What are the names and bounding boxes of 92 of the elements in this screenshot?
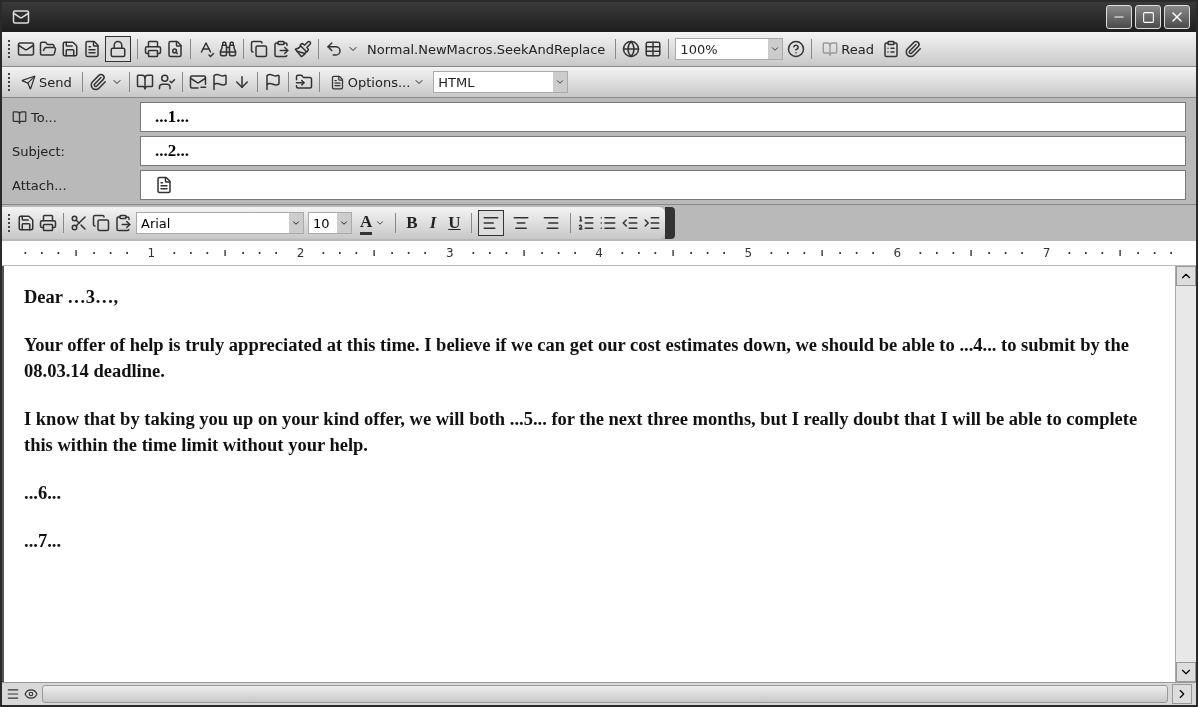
increase-indent-icon[interactable] <box>642 214 661 232</box>
read-button[interactable]: Read <box>818 36 879 62</box>
ruler-number: 2 <box>295 246 306 260</box>
maximize-button[interactable] <box>1135 5 1161 29</box>
input-field[interactable] <box>140 170 1186 200</box>
file-icon <box>155 176 173 194</box>
field-value: ...1... <box>155 107 189 127</box>
send-icon <box>21 74 36 90</box>
print-icon[interactable] <box>144 40 162 58</box>
align-left-icon <box>481 214 500 232</box>
format-painter-icon[interactable] <box>294 40 312 58</box>
open-folder-icon[interactable] <box>39 40 57 58</box>
minimize-button[interactable] <box>1106 5 1132 29</box>
body-paragraph: ...6... <box>24 482 62 505</box>
help-icon[interactable] <box>787 40 806 58</box>
text-style-button[interactable]: B <box>402 210 422 236</box>
ruler-number: 6 <box>892 246 903 260</box>
font-dropdown[interactable]: Arial <box>136 212 304 234</box>
align-center-icon <box>511 214 530 232</box>
paste-icon[interactable] <box>272 40 290 58</box>
format-dropdown[interactable]: HTML <box>433 71 569 93</box>
scroll-up-button[interactable] <box>1176 266 1196 286</box>
ruler-number: 3 <box>444 246 455 260</box>
body-paragraph: Your offer of help is truly appreciated at this time. I believe if we can get our cost estimates down, we should be able to ...4... to submit by the 08.03.14 deadline. <box>24 334 1130 383</box>
field-value: ...2... <box>155 141 189 161</box>
research-icon[interactable] <box>219 40 237 58</box>
mail-icon[interactable] <box>188 73 207 91</box>
new-mail-icon[interactable] <box>17 40 35 58</box>
bullet-list-icon[interactable] <box>598 214 617 232</box>
undo-icon[interactable] <box>325 40 343 58</box>
decrease-indent-icon[interactable] <box>620 214 639 232</box>
zoom-dropdown[interactable]: 100% <box>675 38 784 60</box>
document-icon <box>329 74 345 90</box>
cut-icon[interactable] <box>70 214 88 232</box>
align-button[interactable] <box>477 210 504 236</box>
caret-icon <box>375 218 386 228</box>
body-paragraph: Dear …3…, <box>24 286 120 309</box>
input-field[interactable]: ...1... <box>140 102 1186 132</box>
maximize-icon <box>1141 10 1155 24</box>
align-right-icon <box>541 214 560 232</box>
permission-button[interactable] <box>105 36 131 62</box>
field-label: Attach... <box>12 177 67 193</box>
caret-icon <box>291 218 301 228</box>
flag-icon[interactable] <box>210 73 229 91</box>
scroll-down-button[interactable] <box>1176 662 1196 682</box>
caret-icon <box>339 218 349 228</box>
text-style-button[interactable]: I <box>425 210 441 236</box>
ruler-number: 5 <box>743 246 753 260</box>
font-color-button[interactable]: A <box>356 210 390 236</box>
font-size-dropdown[interactable]: 10 <box>308 212 352 234</box>
paperclip-icon[interactable] <box>88 73 107 91</box>
send-button[interactable]: Send <box>17 69 76 95</box>
caret-icon <box>770 44 781 54</box>
body-paragraph: ...7... <box>24 530 62 553</box>
copy-icon[interactable] <box>250 40 268 58</box>
copy-icon[interactable] <box>92 214 110 232</box>
field-label: To... <box>31 109 57 125</box>
field-label: Subject: <box>12 143 65 159</box>
numbered-list-icon[interactable] <box>576 214 595 232</box>
body-paragraph: I know that by taking you up on your kind offer, we will both ...5... for the next three months, but I really doubt that I will be able to complete this within the time limit without your help. <box>24 408 1139 457</box>
options-button[interactable]: Options... <box>325 69 430 95</box>
horizontal-scrollbar[interactable] <box>42 685 1168 703</box>
save-icon[interactable] <box>61 40 79 58</box>
book-icon <box>822 41 839 57</box>
paste-icon[interactable] <box>114 214 132 232</box>
caret-icon <box>555 77 566 87</box>
input-field[interactable]: ...2... <box>140 136 1186 166</box>
scroll-right-button[interactable] <box>1172 684 1192 704</box>
follow-up-icon[interactable] <box>263 73 282 91</box>
ruler-number: 7 <box>1041 246 1052 260</box>
ruler-number: 4 <box>594 246 604 260</box>
toolbar-options-button[interactable] <box>664 207 675 239</box>
ruler-number: 1 <box>146 246 157 260</box>
normal-view-icon[interactable] <box>6 687 20 701</box>
table-icon[interactable] <box>644 40 663 58</box>
folder-icon[interactable] <box>294 73 313 91</box>
lock-icon <box>109 40 127 58</box>
attachment-icon[interactable] <box>904 40 923 58</box>
macro-button[interactable]: Normal.NewMacros.SeekAndReplace <box>363 36 610 62</box>
document-icon[interactable] <box>83 40 101 58</box>
vertical-scrollbar[interactable] <box>1175 266 1196 682</box>
address-book-icon[interactable] <box>135 73 154 91</box>
print-preview-icon[interactable] <box>166 40 184 58</box>
close-button[interactable] <box>1164 5 1190 29</box>
text-style-button[interactable]: U <box>444 210 465 236</box>
check-names-icon[interactable] <box>157 73 176 91</box>
print-icon[interactable] <box>39 214 57 232</box>
app-icon <box>12 8 30 26</box>
address-book-icon <box>12 109 27 125</box>
web-view-icon[interactable] <box>24 687 38 701</box>
hyperlink-icon[interactable] <box>622 40 641 58</box>
save-icon[interactable] <box>17 214 35 232</box>
